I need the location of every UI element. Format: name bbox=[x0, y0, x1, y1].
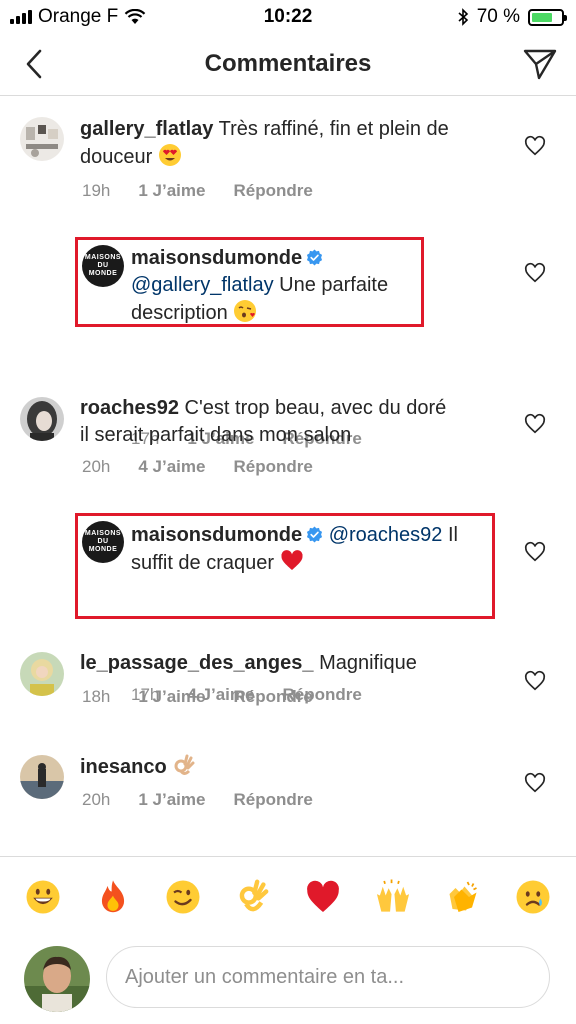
comment-input-wrapper[interactable] bbox=[106, 946, 550, 1008]
reply-button[interactable]: Répondre bbox=[233, 457, 312, 477]
comment-mention[interactable]: @roaches92 bbox=[329, 524, 443, 546]
comment-meta: 20h 1 J’aime Répondre bbox=[82, 790, 313, 810]
bluetooth-icon bbox=[458, 8, 468, 26]
comment-time: 19h bbox=[82, 181, 111, 200]
brand-logo: MAISONS DU MONDE bbox=[82, 245, 124, 287]
avatar[interactable] bbox=[20, 755, 64, 799]
comment-mention[interactable]: @gallery_flatlay bbox=[131, 274, 274, 296]
comment-body: C'est trop beau, avec du doré bbox=[184, 397, 447, 419]
like-heart-icon[interactable] bbox=[524, 670, 546, 692]
comment-username[interactable]: inesanco bbox=[80, 756, 167, 778]
fire-emoji-icon bbox=[101, 879, 125, 912]
red-heart-emoji-icon bbox=[281, 550, 303, 570]
comment-likes[interactable]: 1 J’aime bbox=[138, 790, 205, 810]
comment-body: Il bbox=[442, 524, 458, 546]
emoji-bar bbox=[0, 856, 576, 936]
grinning-emoji-button[interactable] bbox=[23, 877, 63, 917]
comment-meta: 20h 4 J’aime Répondre bbox=[82, 457, 313, 477]
avatar[interactable] bbox=[20, 397, 64, 441]
comment-input[interactable] bbox=[125, 965, 531, 989]
like-heart-icon[interactable] bbox=[524, 772, 546, 794]
raising-hands-emoji-icon bbox=[376, 878, 410, 912]
comment-body: Très raffiné, fin et plein de bbox=[218, 118, 449, 140]
avatar-image bbox=[20, 755, 64, 799]
status-bar: Orange F 10:22 70 % bbox=[0, 0, 576, 34]
my-avatar bbox=[24, 946, 90, 1012]
comment-body-line2: il serait parfait dans mon salon bbox=[80, 424, 352, 446]
comment-text: maisonsdumonde @gallery_flatlay Une parf… bbox=[131, 245, 431, 327]
share-button[interactable] bbox=[522, 46, 558, 82]
comment-text: maisonsdumonde @roaches92 Il suffit de c… bbox=[131, 522, 491, 577]
battery-fill bbox=[532, 12, 552, 22]
avatar-image bbox=[20, 397, 64, 441]
comment-text: roaches92 C'est trop beau, avec du doré … bbox=[80, 395, 500, 449]
raising-hands-emoji-button[interactable] bbox=[373, 877, 413, 917]
comment-username[interactable]: gallery_flatlay bbox=[80, 118, 213, 140]
red-heart-emoji-button[interactable] bbox=[303, 877, 343, 917]
winking-emoji-icon bbox=[166, 880, 200, 913]
avatar-image bbox=[24, 946, 90, 1012]
comment-time: 20h bbox=[82, 457, 111, 476]
heart-eyes-emoji-icon bbox=[158, 144, 181, 166]
ok-hand-emoji-icon bbox=[239, 879, 269, 911]
clapping-hands-emoji-button[interactable] bbox=[443, 877, 483, 917]
page-title: Commentaires bbox=[204, 50, 372, 77]
comment-meta: 19h 1 J’aime Répondre bbox=[82, 181, 313, 201]
reply-button[interactable]: Répondre bbox=[233, 687, 312, 707]
comment-body-line2: description bbox=[131, 302, 228, 324]
ok-hand-emoji-button[interactable] bbox=[233, 877, 273, 917]
avatar[interactable] bbox=[20, 117, 64, 161]
brand-logo: MAISONS DU MONDE bbox=[82, 521, 124, 563]
avatar[interactable] bbox=[20, 652, 64, 696]
comment-username[interactable]: maisonsdumonde bbox=[131, 247, 302, 269]
verified-badge-icon bbox=[307, 249, 323, 266]
kissing-heart-emoji-icon bbox=[234, 300, 257, 322]
comment-username[interactable]: le_passage_des_anges_ bbox=[80, 652, 314, 674]
crying-emoji-icon bbox=[516, 880, 550, 913]
avatar-image bbox=[20, 117, 64, 161]
comment-body-line2: douceur bbox=[80, 146, 153, 168]
status-right: 70 % bbox=[457, 6, 567, 28]
comment-time: 20h bbox=[82, 790, 111, 809]
like-heart-icon[interactable] bbox=[524, 413, 546, 435]
avatar-image bbox=[20, 652, 64, 696]
verified-badge-icon bbox=[307, 526, 323, 543]
comment-body-line2: suffit de craquer bbox=[131, 552, 275, 574]
comment-composer bbox=[0, 938, 576, 1024]
crying-emoji-button[interactable] bbox=[513, 877, 553, 917]
reply-button[interactable]: Répondre bbox=[233, 181, 312, 201]
avatar[interactable]: MAISONS DU MONDE bbox=[82, 521, 124, 563]
fire-emoji-button[interactable] bbox=[93, 877, 133, 917]
header: Commentaires bbox=[0, 34, 576, 96]
comment-text: gallery_flatlay Très raffiné, fin et ple… bbox=[80, 116, 500, 171]
battery-percent: 70 % bbox=[476, 6, 520, 27]
comment-time: 18h bbox=[82, 687, 111, 706]
grinning-emoji-icon bbox=[26, 880, 60, 913]
comment-likes[interactable]: 1 J’aime bbox=[138, 181, 205, 201]
comment-username[interactable]: maisonsdumonde bbox=[131, 524, 302, 546]
red-heart-emoji-icon bbox=[307, 880, 339, 912]
clapping-hands-emoji-icon bbox=[449, 881, 477, 912]
comment-body: Une parfaite bbox=[273, 274, 389, 296]
paper-plane-icon bbox=[523, 49, 557, 80]
comment-text: inesanco bbox=[80, 753, 500, 781]
comment-likes[interactable]: 4 J’aime bbox=[138, 457, 205, 477]
comment-username[interactable]: roaches92 bbox=[80, 397, 179, 419]
comment-text: le_passage_des_anges_ Magnifique bbox=[80, 650, 520, 677]
comment-meta: 18h 1 J’aime Répondre bbox=[82, 687, 313, 707]
reply-button[interactable]: Répondre bbox=[233, 790, 312, 810]
ok-hand-emoji-icon bbox=[174, 754, 195, 775]
comment-likes[interactable]: 1 J’aime bbox=[138, 687, 205, 707]
winking-emoji-button[interactable] bbox=[163, 877, 203, 917]
like-heart-icon[interactable] bbox=[524, 262, 546, 284]
battery-icon bbox=[528, 8, 567, 26]
comment-body: Magnifique bbox=[319, 652, 417, 674]
like-heart-icon[interactable] bbox=[524, 135, 546, 157]
avatar[interactable]: MAISONS DU MONDE bbox=[82, 245, 124, 287]
like-heart-icon[interactable] bbox=[524, 541, 546, 563]
